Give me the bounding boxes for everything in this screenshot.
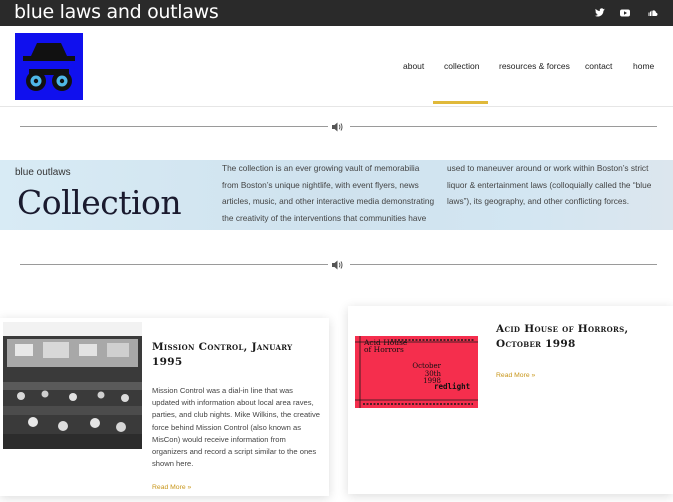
flyer-venue: redlight [434,382,471,391]
banner-description-col1: The collection is an ever growing vault … [222,163,435,223]
soundcloud-icon[interactable] [645,7,658,19]
mission-control-photo[interactable] [3,322,142,449]
read-more-link[interactable]: Read More » [152,484,191,491]
acid-house-flyer[interactable]: Acid House of Horrors October 30th 1998 … [355,336,478,408]
nav-contact[interactable]: contact [585,61,612,71]
audio-divider [20,121,657,133]
speaker-icon[interactable] [331,259,345,271]
nav-home[interactable]: home [633,61,654,71]
divider-line [20,126,328,127]
nav-about[interactable]: about [403,61,424,71]
nav-collection[interactable]: collection [444,61,479,71]
banner-eyebrow: blue outlaws [15,167,71,178]
site-title[interactable]: blue laws and outlaws [14,1,219,23]
flyer-headline: Acid House of Horrors [364,338,408,354]
card-title[interactable]: Mission Control, January 1995 [152,340,292,370]
divider-line [20,264,328,265]
divider-line [350,126,657,127]
top-bar: blue laws and outlaws [0,0,673,26]
logo[interactable] [15,33,83,100]
card-description: Mission Control was a dial-in line that … [152,386,320,469]
page-title: Collection [17,183,182,222]
divider-line [350,264,657,265]
audio-divider [20,259,657,271]
twitter-icon[interactable] [594,7,606,19]
nav-active-indicator [433,101,488,104]
header-nav: about collection resources & forces cont… [0,26,673,107]
nav-resources-forces[interactable]: resources & forces [499,61,570,71]
speaker-icon[interactable] [331,121,345,133]
youtube-icon[interactable] [619,7,631,19]
banner-description-col2: used to maneuver around or work within B… [447,163,652,206]
card-title[interactable]: Acid House of Horrors, October 1998 [496,322,629,352]
read-more-link[interactable]: Read More » [496,372,535,379]
